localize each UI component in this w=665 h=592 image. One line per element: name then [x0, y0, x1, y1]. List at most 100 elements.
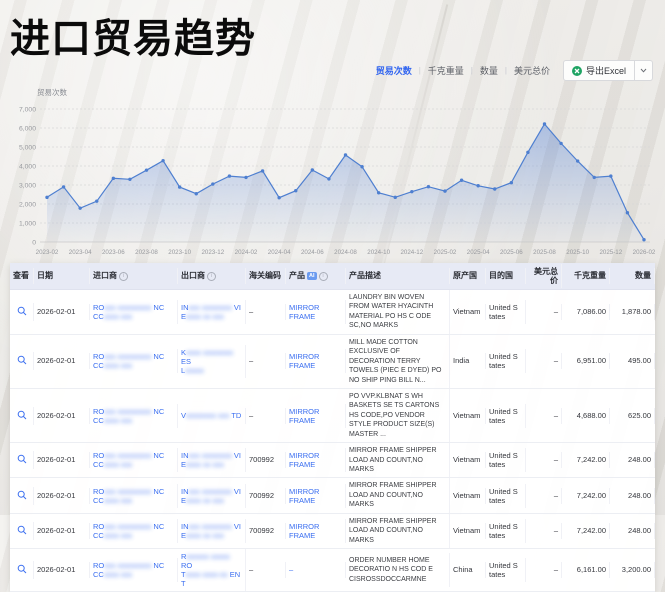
chart-data-point[interactable] — [178, 185, 181, 188]
chart-data-point[interactable] — [476, 184, 479, 187]
product-cell[interactable]: MIRROR FRAME — [286, 404, 346, 428]
chart-data-point[interactable] — [443, 189, 446, 192]
chart-data-point[interactable] — [261, 169, 264, 172]
chart-data-point[interactable] — [145, 168, 148, 171]
col-header-view[interactable]: 查看 — [10, 268, 34, 284]
chart-data-point[interactable] — [112, 177, 115, 180]
chart-data-point[interactable] — [128, 178, 131, 181]
dest-country-cell: United S tates — [486, 558, 526, 582]
info-icon[interactable]: i — [207, 272, 216, 281]
product-cell[interactable]: MIRROR FRAME — [286, 448, 346, 472]
col-header-product[interactable]: 产品AIi — [286, 268, 346, 284]
redacted-text: xxx xxxxxxxxx — [104, 522, 153, 531]
product-cell[interactable]: MIRROR FRAME — [286, 300, 346, 324]
magnifier-icon[interactable] — [17, 564, 27, 576]
chart-data-point[interactable] — [95, 199, 98, 202]
chart-data-point[interactable] — [228, 174, 231, 177]
importer-cell[interactable]: ROxxx xxxxxxxxx NCCCxxxx xxx — [90, 519, 178, 543]
col-header-importer[interactable]: 进口商i — [90, 268, 178, 284]
magnifier-icon[interactable] — [17, 306, 27, 318]
chart-data-point[interactable] — [195, 192, 198, 195]
chart-data-point[interactable] — [327, 177, 330, 180]
chart-data-point[interactable] — [377, 191, 380, 194]
chart-data-point[interactable] — [493, 187, 496, 190]
chart-data-point[interactable] — [45, 196, 48, 199]
tab-kg-weight[interactable]: 千克重量 — [428, 64, 464, 77]
exporter-cell[interactable]: INxxx xxxxxxxx VIExxxx xx xxx — [178, 519, 246, 543]
exporter-cell[interactable]: INxxx xxxxxxxx VIExxxx xx xxx — [178, 300, 246, 324]
magnifier-icon[interactable] — [17, 355, 27, 367]
chart-data-point[interactable] — [593, 176, 596, 179]
info-icon[interactable]: i — [119, 272, 128, 281]
chart-data-point[interactable] — [62, 185, 65, 188]
importer-cell[interactable]: ROxxx xxxxxxxxx NCCCxxxx xxx — [90, 300, 178, 324]
export-dropdown-button[interactable] — [635, 60, 653, 81]
importer-cell[interactable]: ROxxx xxxxxxxxx NCCCxxxx xxx — [90, 349, 178, 373]
col-header-dest-country[interactable]: 目的国 — [486, 268, 526, 284]
exporter-cell[interactable]: INxxx xxxxxxxx VIExxxx xx xxx — [178, 448, 246, 472]
col-header-origin-country[interactable]: 原产国 — [450, 268, 486, 284]
importer-cell[interactable]: ROxxx xxxxxxxxx NCCCxxxx xxx — [90, 558, 178, 582]
product-cell[interactable]: MIRROR FRAME — [286, 349, 346, 373]
chart-data-point[interactable] — [460, 179, 463, 182]
chart-data-point[interactable] — [161, 159, 164, 162]
chart-data-point[interactable] — [211, 182, 214, 185]
magnifier-icon[interactable] — [17, 490, 27, 502]
chart-data-point[interactable] — [559, 142, 562, 145]
chart-data-point[interactable] — [510, 181, 513, 184]
chart-data-point[interactable] — [360, 165, 363, 168]
product-cell[interactable]: – — [286, 562, 346, 578]
description-cell: MIRROR FRAME SHIPPER LOAD AND COUNT,NO M… — [346, 478, 450, 512]
exporter-cell[interactable]: Vxxxxxxxx xxx TD — [178, 408, 246, 424]
chart-data-point[interactable] — [311, 168, 314, 171]
description-cell: PO VVP.KLBNAT S WH BASKETS SE TS CARTONS… — [346, 389, 450, 442]
chart-toolbar: 贸易次数 | 千克重量 | 数量 | 美元总价 导出Excel — [376, 60, 653, 81]
redacted-text: xxxx xxx — [104, 570, 132, 579]
magnifier-icon[interactable] — [17, 454, 27, 466]
col-header-kg-weight[interactable]: 千克重量 — [562, 268, 610, 284]
company-text: IN — [181, 487, 189, 496]
chart-data-point[interactable] — [244, 176, 247, 179]
col-header-hs-code[interactable]: 海关编码 — [246, 268, 286, 284]
chart-data-point[interactable] — [609, 174, 612, 177]
chart-data-point[interactable] — [277, 196, 280, 199]
origin-country-cell: Vietnam — [450, 488, 486, 504]
importer-cell[interactable]: ROxxx xxxxxxxxx NCCCxxxx xxx — [90, 484, 178, 508]
company-text: RO — [93, 352, 104, 361]
chart-data-point[interactable] — [626, 211, 629, 214]
x-axis-tick: 2023-02 — [36, 249, 59, 256]
trade-trend-chart[interactable]: 01,0002,0003,0004,0005,0006,0007,0002023… — [0, 85, 665, 263]
redacted-text: xxxxx — [185, 366, 204, 375]
quantity-cell: 3,200.00 — [610, 562, 655, 578]
product-cell[interactable]: MIRROR FRAME — [286, 484, 346, 508]
exporter-cell[interactable]: Kxxxx xxxxxxxx ESLxxxxx — [178, 345, 246, 378]
chart-data-point[interactable] — [410, 190, 413, 193]
tab-trade-count[interactable]: 贸易次数 — [376, 64, 412, 77]
col-header-exporter[interactable]: 出口商i — [178, 268, 246, 284]
chart-data-point[interactable] — [576, 159, 579, 162]
exporter-cell[interactable]: INxxx xxxxxxxx VIExxxx xx xxx — [178, 484, 246, 508]
importer-cell[interactable]: ROxxx xxxxxxxxx NCCCxxxx xxx — [90, 404, 178, 428]
info-icon[interactable]: i — [319, 272, 328, 281]
col-header-date[interactable]: 日期 — [34, 268, 90, 284]
tab-usd-total[interactable]: 美元总价 — [514, 64, 550, 77]
chart-data-point[interactable] — [294, 189, 297, 192]
export-excel-button[interactable]: 导出Excel — [563, 60, 635, 81]
chart-data-point[interactable] — [526, 151, 529, 154]
chart-data-point[interactable] — [78, 206, 81, 209]
company-text: RO — [93, 451, 104, 460]
chart-data-point[interactable] — [344, 153, 347, 156]
col-header-usd-total[interactable]: 美元总价 — [526, 264, 562, 288]
col-header-description[interactable]: 产品描述 — [346, 268, 450, 284]
chart-data-point[interactable] — [642, 238, 645, 241]
exporter-cell[interactable]: Rxxxxxx xxxxx ROTxxxx xxxx-xx ENT — [178, 549, 246, 591]
col-header-quantity[interactable]: 数量 — [610, 268, 655, 284]
magnifier-icon[interactable] — [17, 410, 27, 422]
product-cell[interactable]: MIRROR FRAME — [286, 519, 346, 543]
chart-data-point[interactable] — [427, 185, 430, 188]
magnifier-icon[interactable] — [17, 525, 27, 537]
importer-cell[interactable]: ROxxx xxxxxxxxx NCCCxxxx xxx — [90, 448, 178, 472]
chart-data-point[interactable] — [543, 122, 546, 125]
chart-data-point[interactable] — [394, 196, 397, 199]
tab-quantity[interactable]: 数量 — [480, 64, 498, 77]
